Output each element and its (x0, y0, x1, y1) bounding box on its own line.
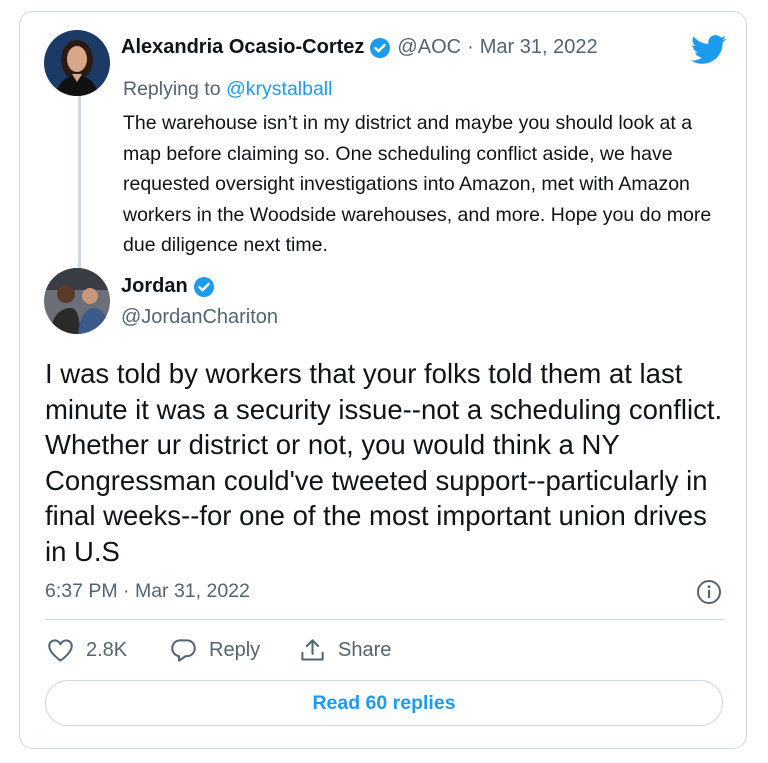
read-replies-button[interactable]: Read 60 replies (45, 680, 723, 726)
reply-label: Reply (209, 639, 261, 661)
share-action[interactable]: Share (299, 637, 391, 664)
replying-prefix: Replying to (123, 78, 221, 100)
like-count: 2.8K (86, 639, 128, 661)
reply-action[interactable]: Reply (170, 637, 260, 664)
quoted-tweet-text: The warehouse isn’t in my district and m… (123, 112, 712, 256)
tweet-author-name[interactable]: Jordan (121, 275, 188, 298)
aoc-avatar[interactable] (44, 30, 110, 96)
info-icon[interactable] (696, 579, 722, 605)
actions-divider (45, 619, 725, 620)
replying-to-line: Replying to @krystalball (123, 78, 332, 101)
quoted-header: Alexandria Ocasio-Cortez @AOC · Mar 31, … (121, 36, 598, 59)
quoted-date[interactable]: Mar 31, 2022 (480, 36, 598, 59)
share-label: Share (338, 639, 392, 661)
tweet-card: Alexandria Ocasio-Cortez @AOC · Mar 31, … (19, 11, 747, 749)
verified-badge-icon (193, 276, 214, 297)
reply-bubble-icon (171, 639, 196, 662)
jordan-avatar[interactable] (44, 268, 110, 334)
like-action[interactable]: 2.8K (47, 637, 127, 664)
tweet-text: I was told by workers that your folks to… (45, 358, 723, 567)
tweet-handle[interactable]: @JordanChariton (121, 306, 278, 329)
twitter-logo-icon[interactable] (691, 35, 727, 65)
quoted-author-name[interactable]: Alexandria Ocasio-Cortez (121, 36, 364, 59)
quoted-handle[interactable]: @AOC (397, 36, 461, 59)
replying-to-handle[interactable]: @krystalball (226, 78, 333, 100)
tweet-timestamp[interactable]: 6:37 PM · Mar 31, 2022 (45, 580, 250, 603)
header-separator: · (467, 36, 474, 58)
tweet-header: Jordan (121, 275, 221, 298)
tweet-handle-row: @JordanChariton (121, 306, 278, 329)
verified-badge-icon (370, 37, 391, 58)
share-icon (301, 639, 324, 661)
thread-connector-line (78, 96, 81, 272)
heart-icon (48, 639, 73, 662)
